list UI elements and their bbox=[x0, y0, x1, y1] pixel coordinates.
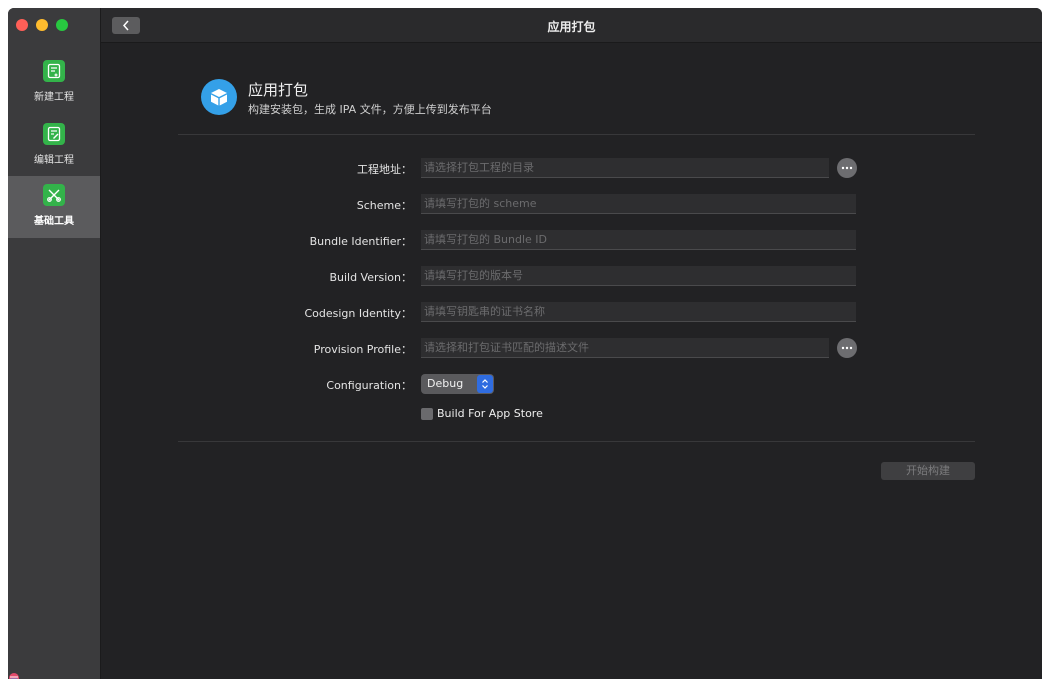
bundle-id-label: Bundle Identifier： bbox=[309, 235, 412, 248]
sidebar-item-label: 编辑工程 bbox=[34, 155, 74, 166]
project-path-label: 工程地址： bbox=[357, 163, 412, 176]
select-arrows-icon bbox=[477, 375, 493, 393]
project-path-row: 工程地址： 请选择打包工程的目录 bbox=[101, 158, 1042, 180]
codesign-identity-label: Codesign Identity： bbox=[304, 307, 412, 320]
sidebar-item-edit-project[interactable]: 编辑工程 bbox=[8, 115, 100, 177]
codesign-identity-input[interactable]: 请填写钥匙串的证书名称 bbox=[421, 302, 856, 322]
browse-profile-button[interactable] bbox=[837, 338, 857, 358]
edit-project-icon bbox=[43, 123, 65, 145]
title-bar: 应用打包 bbox=[101, 8, 1042, 43]
divider bbox=[178, 441, 975, 442]
app-window: 新建工程 编辑工程 基础工具 应用打包 应用打包 构建安装包，生成 IPA 文件… bbox=[8, 8, 1042, 679]
configuration-select[interactable]: Debug bbox=[421, 374, 494, 394]
minimize-window-button[interactable] bbox=[36, 19, 48, 31]
provision-profile-input[interactable]: 请选择和打包证书匹配的描述文件 bbox=[421, 338, 829, 358]
close-window-button[interactable] bbox=[16, 19, 28, 31]
build-version-row: Build Version： 请填写打包的版本号 bbox=[101, 266, 1042, 288]
divider bbox=[178, 134, 975, 135]
page-subtitle: 构建安装包，生成 IPA 文件，方便上传到发布平台 bbox=[248, 103, 492, 116]
main-content: 应用打包 构建安装包，生成 IPA 文件，方便上传到发布平台 工程地址： 请选择… bbox=[101, 43, 1042, 679]
provision-profile-label: Provision Profile： bbox=[313, 343, 412, 356]
codesign-identity-row: Codesign Identity： 请填写钥匙串的证书名称 bbox=[101, 302, 1042, 324]
dock-badge-icon bbox=[8, 667, 20, 679]
scheme-label: Scheme： bbox=[356, 199, 412, 212]
more-icon bbox=[841, 166, 853, 170]
build-version-label: Build Version： bbox=[329, 271, 412, 284]
scheme-row: Scheme： 请填写打包的 scheme bbox=[101, 194, 1042, 216]
bundle-id-input[interactable]: 请填写打包的 Bundle ID bbox=[421, 230, 856, 250]
browse-project-button[interactable] bbox=[837, 158, 857, 178]
page-title: 应用打包 bbox=[248, 81, 309, 99]
sidebar-item-tools[interactable]: 基础工具 bbox=[8, 176, 100, 238]
new-project-icon bbox=[43, 60, 65, 82]
provision-profile-row: Provision Profile： 请选择和打包证书匹配的描述文件 bbox=[101, 338, 1042, 360]
build-version-input[interactable]: 请填写打包的版本号 bbox=[421, 266, 856, 286]
sidebar-item-label: 新建工程 bbox=[34, 92, 74, 103]
app-store-label[interactable]: Build For App Store bbox=[437, 407, 543, 420]
configuration-row: Configuration： Debug bbox=[101, 374, 1042, 396]
start-build-button[interactable]: 开始构建 bbox=[881, 462, 975, 480]
window-title: 应用打包 bbox=[547, 20, 596, 34]
package-box-icon bbox=[201, 79, 237, 115]
bundle-id-row: Bundle Identifier： 请填写打包的 Bundle ID bbox=[101, 230, 1042, 252]
zoom-window-button[interactable] bbox=[56, 19, 68, 31]
tools-icon bbox=[43, 184, 65, 206]
sidebar-item-label: 基础工具 bbox=[34, 216, 74, 227]
sidebar-item-new-project[interactable]: 新建工程 bbox=[8, 52, 100, 114]
project-path-input[interactable]: 请选择打包工程的目录 bbox=[421, 158, 829, 178]
sidebar: 新建工程 编辑工程 基础工具 bbox=[8, 8, 101, 679]
configuration-label: Configuration： bbox=[326, 379, 412, 392]
scheme-input[interactable]: 请填写打包的 scheme bbox=[421, 194, 856, 214]
configuration-value: Debug bbox=[427, 377, 464, 390]
more-icon bbox=[841, 346, 853, 350]
app-store-checkbox[interactable] bbox=[421, 408, 433, 420]
window-controls bbox=[16, 19, 68, 31]
